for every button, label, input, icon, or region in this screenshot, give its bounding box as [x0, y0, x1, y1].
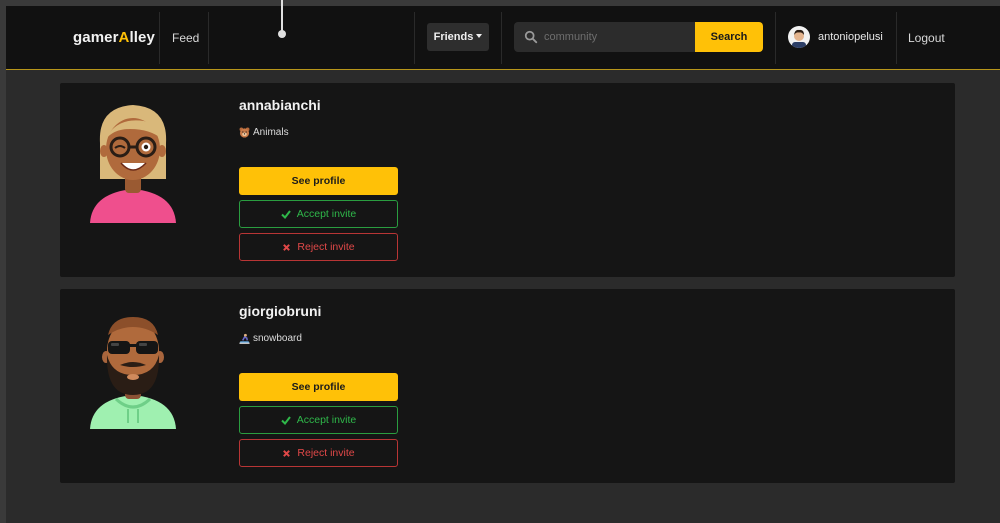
interest-tag: Animals [239, 127, 289, 138]
brand-logo[interactable]: gamerAlley [73, 6, 155, 70]
snowboarder-icon [239, 333, 250, 344]
see-profile-button[interactable]: See profile [239, 373, 398, 401]
interest-label: snowboard [253, 333, 302, 344]
see-profile-button[interactable]: See profile [239, 167, 398, 195]
interest-tag: snowboard [239, 333, 302, 344]
nav-link-feed[interactable]: Feed [172, 6, 199, 70]
friend-invite-card: giorgiobruni snowboard See profile Accep… [60, 289, 955, 483]
invite-username[interactable]: giorgiobruni [239, 303, 321, 319]
check-icon [281, 416, 291, 425]
close-icon [283, 449, 291, 457]
reject-invite-button[interactable]: Reject invite [239, 233, 398, 261]
interest-label: Animals [253, 127, 289, 138]
close-icon [283, 243, 291, 251]
nav-divider [775, 12, 776, 64]
nav-divider [414, 12, 415, 64]
accept-invite-button[interactable]: Accept invite [239, 406, 398, 434]
accept-invite-button[interactable]: Accept invite [239, 200, 398, 228]
caret-down-icon [476, 34, 483, 39]
search-input[interactable] [544, 22, 694, 52]
nav-divider [208, 12, 209, 64]
mouse-cursor-dot [278, 30, 286, 38]
friends-dropdown[interactable]: Friends [427, 23, 489, 51]
nav-divider [159, 12, 160, 64]
reject-invite-button[interactable]: Reject invite [239, 439, 398, 467]
navbar: gamerAlley Feed Friends Search antoniope… [6, 0, 1000, 70]
friend-invite-card: annabianchi Animals See profile Accept i… [60, 83, 955, 277]
user-profile-link[interactable]: antoniopelusi [788, 26, 883, 48]
window-frame-left [0, 0, 6, 523]
accept-invite-label: Accept invite [296, 208, 357, 220]
avatar [86, 305, 180, 429]
invite-username[interactable]: annabianchi [239, 97, 321, 113]
reject-invite-label: Reject invite [297, 447, 355, 459]
search-box [514, 22, 696, 52]
user-avatar [788, 26, 810, 48]
username-label: antoniopelusi [818, 31, 883, 43]
search-button[interactable]: Search [695, 22, 763, 52]
check-icon [281, 210, 291, 219]
avatar [86, 99, 180, 223]
bear-face-icon [239, 127, 250, 138]
search-icon [524, 30, 538, 44]
nav-divider [501, 12, 502, 64]
reject-invite-label: Reject invite [297, 241, 355, 253]
logout-link[interactable]: Logout [908, 6, 945, 70]
mouse-cursor-line [281, 0, 283, 32]
nav-divider [896, 12, 897, 64]
accept-invite-label: Accept invite [296, 414, 357, 426]
